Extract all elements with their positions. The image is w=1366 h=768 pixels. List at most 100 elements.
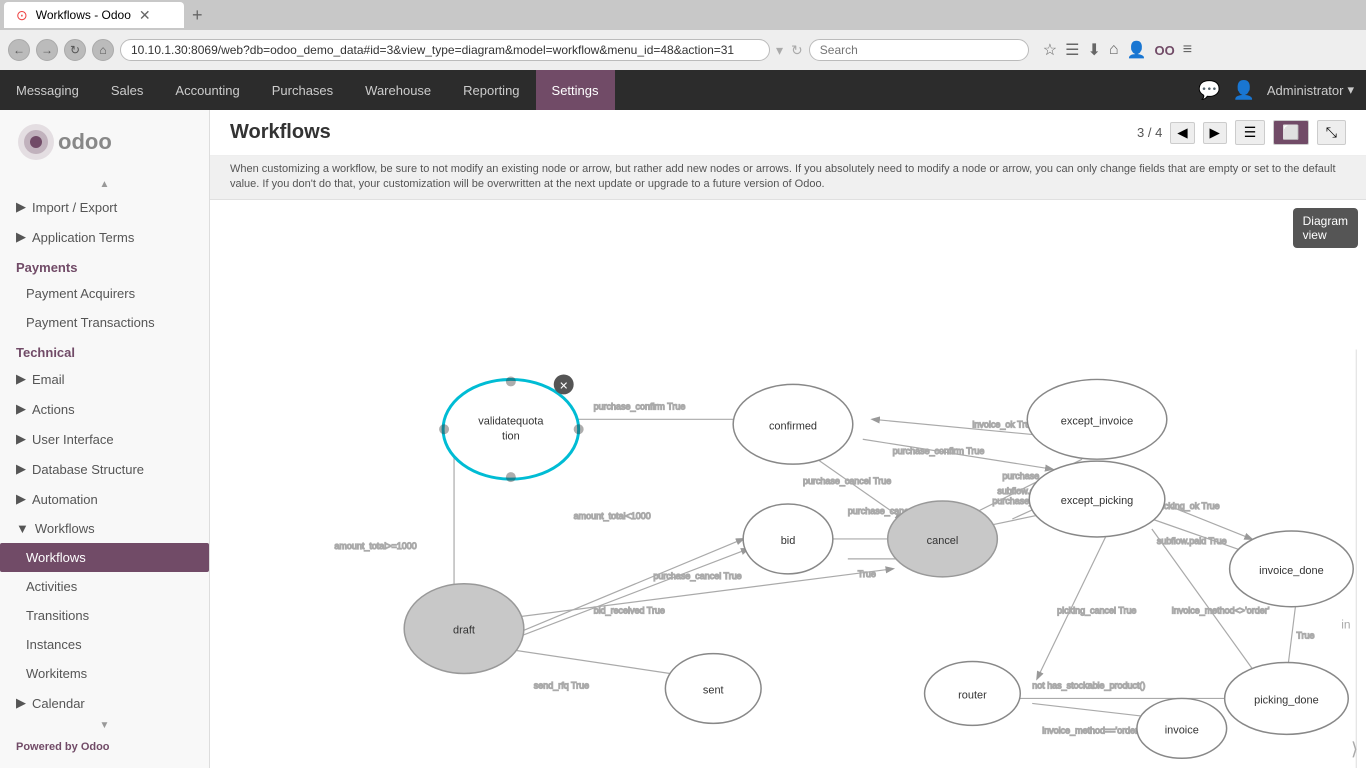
nav-reporting[interactable]: Reporting	[447, 70, 535, 110]
sidebar-item-automation[interactable]: ▶ Automation	[0, 484, 209, 514]
svg-text:amount_total<1000: amount_total<1000	[574, 511, 651, 521]
powered-by: Powered by Odoo	[0, 733, 209, 761]
expand-button[interactable]: ⤡	[1317, 120, 1346, 145]
sidebar-item-application-terms[interactable]: ▶ Application Terms	[0, 222, 209, 252]
sidebar-label: Actions	[32, 402, 75, 417]
sidebar-item-workflows-parent[interactable]: ▼ Workflows	[0, 514, 209, 543]
nav-warehouse[interactable]: Warehouse	[349, 70, 447, 110]
svg-text:in: in	[1341, 617, 1350, 631]
back-button[interactable]: ←	[8, 39, 30, 61]
browser-controls: ← → ↻ ⌂ ▾ ↻ ☆ ☰ ⬇ ⌂ 👤 OO ≡	[0, 30, 1366, 70]
svg-text:not has_stockable_product(): not has_stockable_product()	[1032, 680, 1145, 690]
svg-text:bid: bid	[781, 535, 796, 547]
main-header: Workflows 3 / 4 ◀ ▶ ☰ ⬜ ⤡	[210, 110, 1366, 156]
svg-text:purchase_cancel True: purchase_cancel True	[653, 571, 741, 581]
svg-text:draft: draft	[453, 624, 475, 636]
sidebar-item-database-structure[interactable]: ▶ Database Structure	[0, 454, 209, 484]
browser-search-input[interactable]	[809, 39, 1029, 61]
tab-bar: ⊙ Workflows - Odoo ✕ +	[0, 0, 1366, 30]
new-tab-button[interactable]: +	[184, 5, 211, 26]
sidebar-item-user-interface[interactable]: ▶ User Interface	[0, 424, 209, 454]
svg-text:purchase_confirm True: purchase_confirm True	[893, 446, 985, 456]
warning-bar: When customizing a workflow, be sure to …	[210, 156, 1366, 200]
home-button[interactable]: ⌂	[92, 39, 114, 61]
diagram-area[interactable]: Diagramview purchase_confirm True amount…	[210, 200, 1366, 768]
svg-text:purchase_cancel True: purchase_cancel True	[803, 476, 891, 486]
page-title: Workflows	[230, 121, 331, 144]
odoo-icon[interactable]: OO	[1154, 43, 1174, 58]
scroll-hint: ⟩	[1351, 739, 1358, 760]
prev-page-button[interactable]: ◀	[1170, 122, 1194, 144]
svg-text:True: True	[1296, 630, 1314, 640]
svg-text:purchase_confirm True: purchase_confirm True	[594, 401, 686, 411]
main-content: Workflows 3 / 4 ◀ ▶ ☰ ⬜ ⤡ When customizi…	[210, 110, 1366, 768]
svg-text:invoice_method<>'order': invoice_method<>'order'	[1172, 605, 1270, 615]
sidebar-label: Import / Export	[32, 200, 117, 215]
nav-right: 💬 👤 Administrator ▾	[1198, 80, 1366, 101]
sidebar-item-payment-transactions[interactable]: Payment Transactions	[0, 308, 209, 337]
sidebar-item-payment-acquirers[interactable]: Payment Acquirers	[0, 279, 209, 308]
nav-sales[interactable]: Sales	[95, 70, 160, 110]
user-icon[interactable]: 👤	[1127, 40, 1147, 60]
download-icon[interactable]: ⬇	[1087, 40, 1100, 60]
nav-messaging[interactable]: Messaging	[0, 70, 95, 110]
workflow-diagram: purchase_confirm True amount_total>=1000…	[210, 200, 1366, 768]
arrow-icon: ▶	[16, 491, 26, 507]
browser-tab[interactable]: ⊙ Workflows - Odoo ✕	[4, 2, 184, 28]
arrow-icon: ▶	[16, 229, 26, 245]
odoo-brand: Odoo	[81, 741, 110, 753]
arrow-icon: ▶	[16, 401, 26, 417]
home-icon[interactable]: ⌂	[1109, 41, 1119, 59]
diagram-view-tooltip: Diagramview	[1293, 208, 1358, 248]
url-bar[interactable]	[120, 39, 770, 61]
arrow-icon: ▶	[16, 371, 26, 387]
sidebar: odoo ▲ ▶ Import / Export ▶ Application T…	[0, 110, 210, 768]
svg-text:True: True	[858, 569, 876, 579]
sidebar-scroll-down[interactable]: ▼	[0, 718, 209, 733]
sidebar-section-payments: Payments	[0, 252, 209, 279]
arrow-icon: ▶	[16, 461, 26, 477]
sidebar-section-technical: Technical	[0, 337, 209, 364]
sidebar-item-instances[interactable]: Instances	[0, 630, 209, 659]
next-page-button[interactable]: ▶	[1203, 122, 1227, 144]
svg-text:picking_done: picking_done	[1254, 694, 1319, 706]
sidebar-item-email[interactable]: ▶ Email	[0, 364, 209, 394]
chat-icon[interactable]: 💬	[1198, 80, 1220, 101]
star-icon[interactable]: ☆	[1043, 40, 1057, 60]
url-dropdown-icon[interactable]: ▾	[776, 42, 783, 59]
sidebar-item-calendar[interactable]: ▶ Calendar	[0, 688, 209, 718]
sidebar-label: Email	[32, 372, 65, 387]
reload-icon[interactable]: ↻	[791, 42, 803, 59]
nav-purchases[interactable]: Purchases	[256, 70, 349, 110]
menu-icon[interactable]: ≡	[1183, 41, 1192, 59]
nav-settings[interactable]: Settings	[536, 70, 615, 110]
page-number: 3 / 4	[1137, 125, 1162, 140]
diagram-view-button[interactable]: ⬜	[1273, 120, 1308, 145]
reader-icon[interactable]: ☰	[1065, 40, 1079, 60]
tab-close-button[interactable]: ✕	[139, 7, 151, 24]
svg-text:except_picking: except_picking	[1061, 495, 1133, 507]
sidebar-item-activities[interactable]: Activities	[0, 572, 209, 601]
list-view-button[interactable]: ☰	[1235, 120, 1266, 145]
sidebar-label: Automation	[32, 492, 98, 507]
sidebar-item-workflows[interactable]: Workflows	[0, 543, 209, 572]
svg-text:invoice: invoice	[1165, 724, 1199, 736]
refresh-button[interactable]: ↻	[64, 39, 86, 61]
sidebar-scroll-up[interactable]: ▲	[0, 177, 209, 192]
sidebar-label: Database Structure	[32, 462, 144, 477]
sidebar-item-transitions[interactable]: Transitions	[0, 601, 209, 630]
sidebar-item-workitems[interactable]: Workitems	[0, 659, 209, 688]
nav-accounting[interactable]: Accounting	[159, 70, 255, 110]
svg-text:subflow.paid True: subflow.paid True	[1157, 536, 1227, 546]
sidebar-item-import-export[interactable]: ▶ Import / Export	[0, 192, 209, 222]
browser-icons: ☆ ☰ ⬇ ⌂ 👤 OO ≡	[1043, 40, 1192, 60]
svg-text:invoice_ok True: invoice_ok True	[972, 419, 1035, 429]
sidebar-item-actions[interactable]: ▶ Actions	[0, 394, 209, 424]
svg-text:odoo: odoo	[58, 129, 112, 154]
forward-button[interactable]: →	[36, 39, 58, 61]
avatar-icon[interactable]: 👤	[1232, 80, 1254, 101]
layout: odoo ▲ ▶ Import / Export ▶ Application T…	[0, 110, 1366, 768]
admin-menu[interactable]: Administrator ▾	[1267, 82, 1366, 98]
svg-text:send_rfq True: send_rfq True	[534, 680, 589, 690]
svg-text:cancel: cancel	[927, 535, 959, 547]
